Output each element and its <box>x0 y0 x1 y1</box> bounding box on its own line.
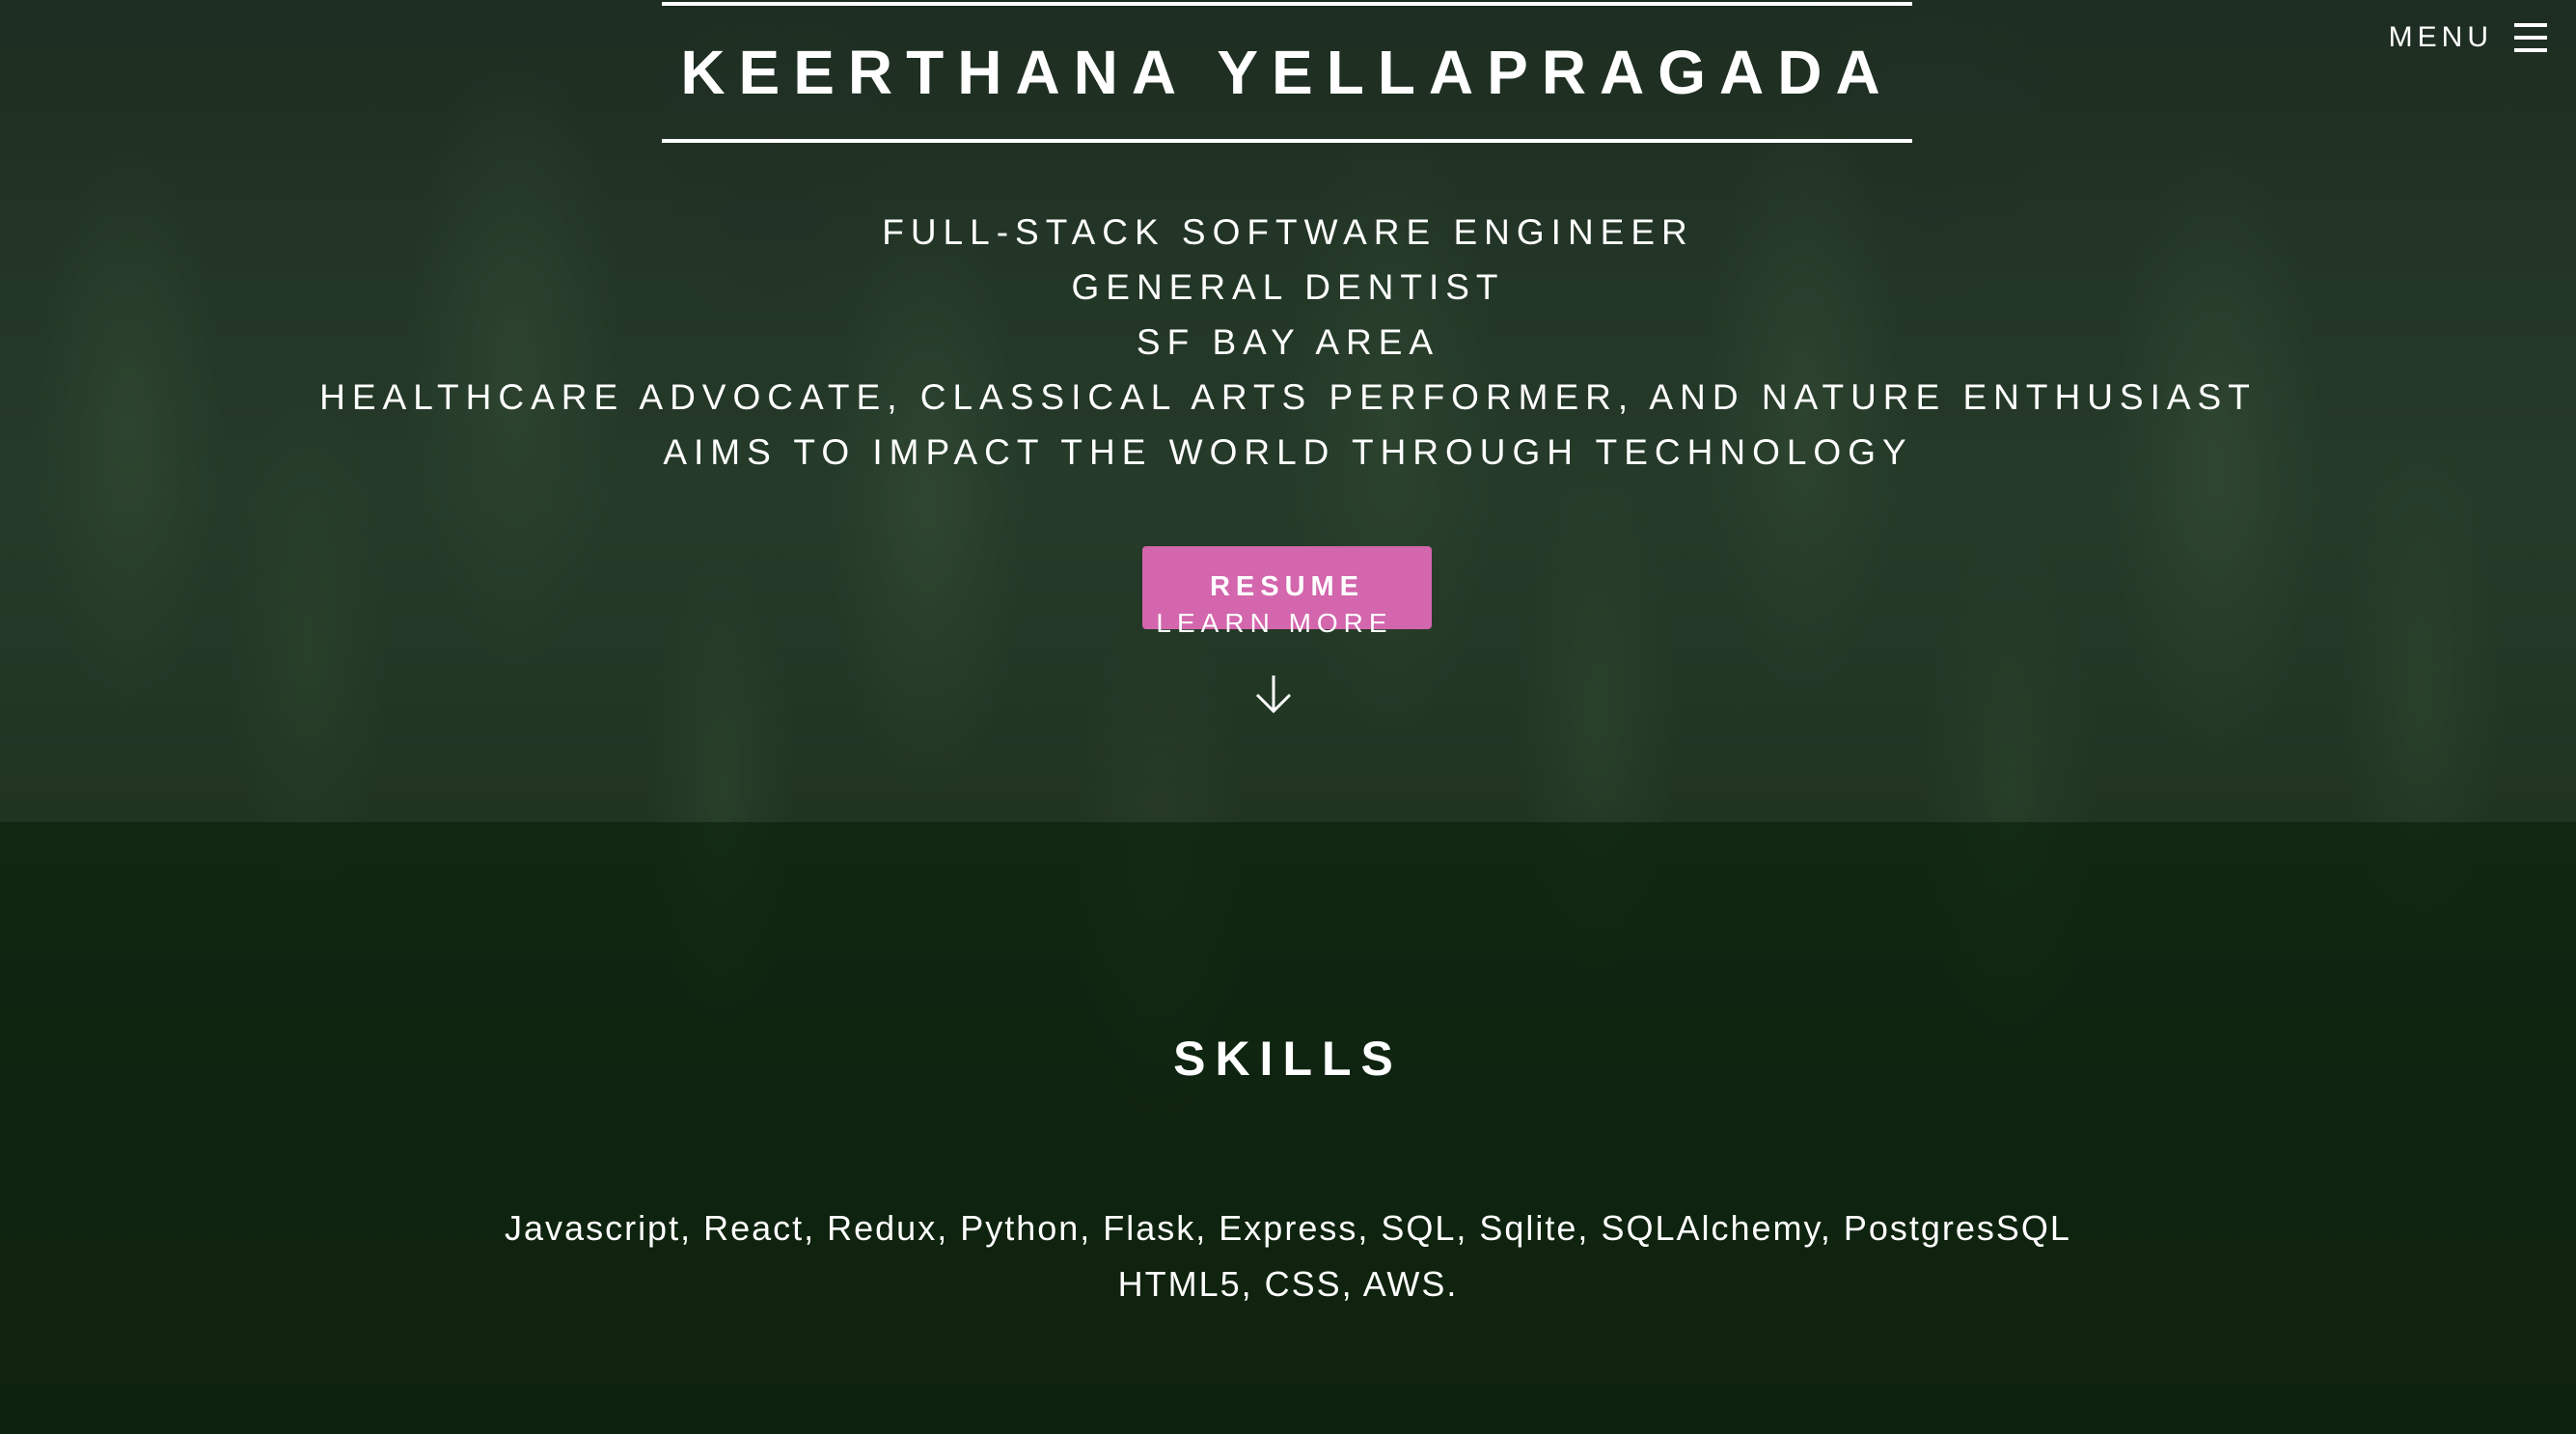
intro-text: FULL-STACK SOFTWARE ENGINEER GENERAL DEN… <box>0 205 2576 480</box>
intro-line-interests: HEALTHCARE ADVOCATE, CLASSICAL ARTS PERF… <box>319 377 2257 417</box>
intro-line-mission: AIMS TO IMPACT THE WORLD THROUGH TECHNOL… <box>663 432 1913 472</box>
intro-line-profession: GENERAL DENTIST <box>1071 267 1505 307</box>
learn-more-link[interactable]: LEARN MORE <box>0 608 2549 639</box>
hamburger-menu-icon <box>2514 23 2547 52</box>
arrow-down-icon[interactable] <box>1251 672 1296 716</box>
portfolio-page: KEERTHANA YELLAPRAGADA MENU FULL-STACK S… <box>0 0 2576 1434</box>
intro-line-location: SF BAY AREA <box>1136 322 1440 362</box>
skills-list: Javascript, React, Redux, Python, Flask,… <box>0 1200 2576 1312</box>
page-title: KEERTHANA YELLAPRAGADA <box>680 38 1894 107</box>
name-title-box: KEERTHANA YELLAPRAGADA <box>662 2 1912 143</box>
skills-line-primary: Javascript, React, Redux, Python, Flask,… <box>505 1208 2071 1248</box>
resume-button-label: RESUME <box>1209 571 1365 602</box>
skills-line-secondary: HTML5, CSS, AWS. <box>1117 1264 1459 1304</box>
menu-label: MENU <box>2388 21 2493 53</box>
intro-line-role: FULL-STACK SOFTWARE ENGINEER <box>882 212 1694 252</box>
menu-button[interactable]: MENU <box>2389 21 2547 54</box>
skills-heading: SKILLS <box>1173 1032 1403 1086</box>
skills-section <box>0 822 2576 1434</box>
